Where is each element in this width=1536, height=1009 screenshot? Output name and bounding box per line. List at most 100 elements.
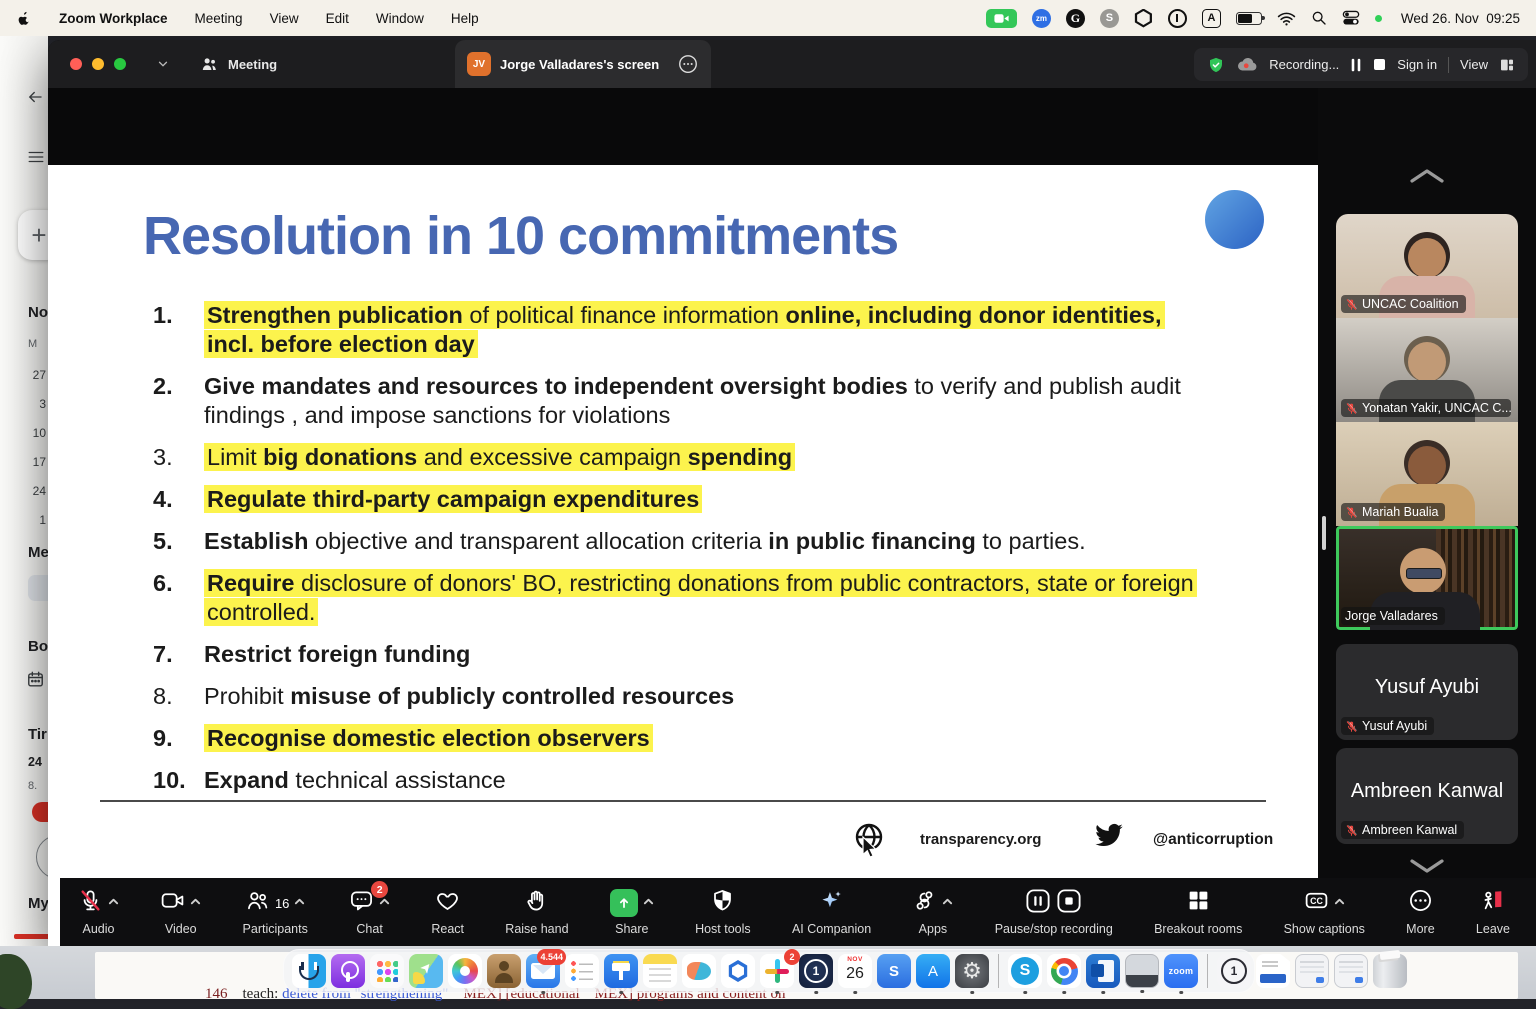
participant-tile-mariah-bualia[interactable]: Mariah Bualia bbox=[1336, 422, 1518, 526]
mini-calendar-date[interactable]: 1 bbox=[26, 513, 46, 527]
participant-tile-jorge-valladares[interactable]: Jorge Valladares bbox=[1336, 526, 1518, 630]
event-pill[interactable] bbox=[28, 575, 48, 601]
chevron-up-icon[interactable] bbox=[1334, 894, 1345, 912]
toolbar-apps[interactable]: Apps bbox=[912, 888, 953, 936]
scrollbar[interactable] bbox=[1322, 516, 1326, 550]
participant-tile-yusuf-ayubi[interactable]: Yusuf AyubiYusuf Ayubi bbox=[1336, 644, 1518, 740]
view-button[interactable]: View bbox=[1460, 57, 1488, 72]
wifi-icon[interactable] bbox=[1277, 11, 1296, 26]
stop-recording-icon[interactable] bbox=[1373, 58, 1386, 71]
mini-calendar-date[interactable]: 24 bbox=[26, 484, 46, 498]
grammarly-icon[interactable]: G bbox=[1066, 9, 1085, 28]
create-button[interactable]: + bbox=[18, 210, 48, 260]
participant-tile-ambreen-kanwal[interactable]: Ambreen KanwalAmbreen Kanwal bbox=[1336, 748, 1518, 844]
toolbar-host-tools[interactable]: Host tools bbox=[695, 888, 751, 936]
back-arrow-icon[interactable] bbox=[26, 88, 44, 111]
dock-maps-icon[interactable] bbox=[409, 954, 443, 988]
menu-clock[interactable]: Wed 26. Nov 09:25 bbox=[1401, 11, 1520, 26]
dock-word-icon[interactable] bbox=[1086, 954, 1120, 988]
participant-tile-uncac-coalition[interactable]: UNCAC Coalition bbox=[1336, 214, 1518, 318]
toolbar-show-captions[interactable]: CCShow captions bbox=[1284, 888, 1365, 936]
hamburger-menu-icon[interactable] bbox=[26, 148, 46, 171]
red-event-pill[interactable] bbox=[32, 802, 48, 822]
dock-skype-icon[interactable]: S bbox=[1008, 954, 1042, 988]
security-shield-icon[interactable] bbox=[1207, 56, 1225, 74]
dock-finder-icon[interactable] bbox=[292, 954, 326, 988]
dock-mail-icon[interactable]: 4.544 bbox=[526, 954, 560, 988]
toolbar-ai-companion[interactable]: AI Companion bbox=[792, 888, 871, 936]
spotlight-icon[interactable] bbox=[1311, 10, 1327, 26]
toolbar-pause-stop-recording[interactable]: Pause/stop recording bbox=[995, 888, 1113, 936]
chevron-up-icon[interactable] bbox=[643, 894, 654, 912]
close-window-button[interactable] bbox=[70, 58, 82, 70]
toolbar-more[interactable]: More bbox=[1406, 888, 1434, 936]
toolbar-raise-hand[interactable]: Raise hand bbox=[505, 888, 568, 936]
pause-recording-icon[interactable] bbox=[1350, 58, 1362, 72]
menu-item-view[interactable]: View bbox=[270, 11, 299, 26]
menu-item-edit[interactable]: Edit bbox=[326, 11, 349, 26]
minimize-window-button[interactable] bbox=[92, 58, 104, 70]
dock-circle-one-file-icon[interactable]: 1 bbox=[1217, 954, 1251, 988]
one-password-icon[interactable] bbox=[1168, 9, 1187, 28]
scroll-up-chevron-icon[interactable] bbox=[1404, 166, 1450, 191]
tab-shared-screen[interactable]: JV Jorge Valladares's screen bbox=[455, 40, 711, 88]
dock-window-preview-icon[interactable] bbox=[1295, 954, 1329, 988]
toolbar-video[interactable]: Video bbox=[160, 888, 201, 936]
menu-item-window[interactable]: Window bbox=[376, 11, 424, 26]
dock-calendar-icon[interactable]: NOV26 bbox=[838, 954, 872, 988]
dock-slack-icon[interactable]: 2 bbox=[760, 954, 794, 988]
chevron-up-icon[interactable] bbox=[190, 894, 201, 912]
dock-docx-file-icon[interactable] bbox=[1256, 954, 1290, 988]
s-utility-icon[interactable]: S bbox=[1100, 9, 1119, 28]
chevron-up-icon[interactable] bbox=[108, 894, 119, 912]
view-layout-icon[interactable] bbox=[1499, 57, 1515, 73]
participant-tile-yonatan-yakir-uncac-c[interactable]: Yonatan Yakir, UNCAC C... bbox=[1336, 318, 1518, 422]
tab-meeting[interactable]: Meeting bbox=[200, 40, 277, 88]
avatar[interactable] bbox=[36, 835, 48, 879]
dock-keynote-icon[interactable] bbox=[604, 954, 638, 988]
menu-item-help[interactable]: Help bbox=[451, 11, 479, 26]
dock-reminders-icon[interactable] bbox=[565, 954, 599, 988]
chevron-down-icon[interactable] bbox=[156, 57, 170, 71]
dock-freeform-icon[interactable] bbox=[682, 954, 716, 988]
dock-notes-icon[interactable] bbox=[643, 954, 677, 988]
chevron-up-icon[interactable] bbox=[942, 894, 953, 912]
input-source-icon[interactable]: A bbox=[1202, 9, 1221, 28]
tab-options-icon[interactable] bbox=[677, 53, 699, 75]
chevron-up-icon[interactable] bbox=[294, 894, 305, 912]
toolbar-breakout-rooms[interactable]: Breakout rooms bbox=[1154, 888, 1242, 936]
dock-photos-icon[interactable] bbox=[448, 954, 482, 988]
toolbar-react[interactable]: React bbox=[431, 888, 464, 936]
dock-screenshot-icon[interactable] bbox=[1125, 954, 1159, 988]
toolbar-participants[interactable]: 16Participants bbox=[243, 888, 308, 936]
sign-in-link[interactable]: Sign in bbox=[1397, 57, 1437, 72]
menu-app-name[interactable]: Zoom Workplace bbox=[59, 11, 168, 26]
pause-recording-icon[interactable] bbox=[1025, 888, 1051, 919]
hexagon-utility-icon[interactable] bbox=[1134, 9, 1153, 28]
dock-zoom-icon[interactable]: zoom bbox=[1164, 954, 1198, 988]
zoom-app-icon[interactable]: zm bbox=[1032, 9, 1051, 28]
toolbar-share[interactable]: Share bbox=[610, 888, 654, 936]
dock-app-store-icon[interactable]: A bbox=[916, 954, 950, 988]
dock-trash-icon[interactable] bbox=[1373, 954, 1407, 988]
control-center-icon[interactable] bbox=[1342, 10, 1360, 26]
toolbar-chat[interactable]: 2Chat bbox=[349, 888, 390, 936]
dock-settings-icon[interactable]: ⚙ bbox=[955, 954, 989, 988]
dock-s-app-icon[interactable]: S bbox=[877, 954, 911, 988]
dock-window-preview-icon[interactable] bbox=[1334, 954, 1368, 988]
toolbar-audio[interactable]: Audio bbox=[78, 888, 119, 936]
dock-chrome-icon[interactable] bbox=[1047, 954, 1081, 988]
dock-one-password-icon[interactable]: 1 bbox=[799, 954, 833, 988]
menu-item-meeting[interactable]: Meeting bbox=[195, 11, 243, 26]
apple-logo-icon[interactable] bbox=[16, 10, 32, 26]
mini-calendar-date[interactable]: 3 bbox=[26, 397, 46, 411]
dock-contacts-icon[interactable] bbox=[487, 954, 521, 988]
stop-recording-icon[interactable] bbox=[1056, 888, 1082, 919]
dock-launchpad-icon[interactable] bbox=[370, 954, 404, 988]
mini-calendar-date[interactable]: 10 bbox=[26, 426, 46, 440]
mini-calendar-date[interactable]: 27 bbox=[26, 368, 46, 382]
mini-calendar-date[interactable]: 17 bbox=[26, 455, 46, 469]
dock-hexagon-app-icon[interactable] bbox=[721, 954, 755, 988]
dock-podcasts-icon[interactable] bbox=[331, 954, 365, 988]
meeting-camera-icon[interactable] bbox=[986, 9, 1017, 28]
